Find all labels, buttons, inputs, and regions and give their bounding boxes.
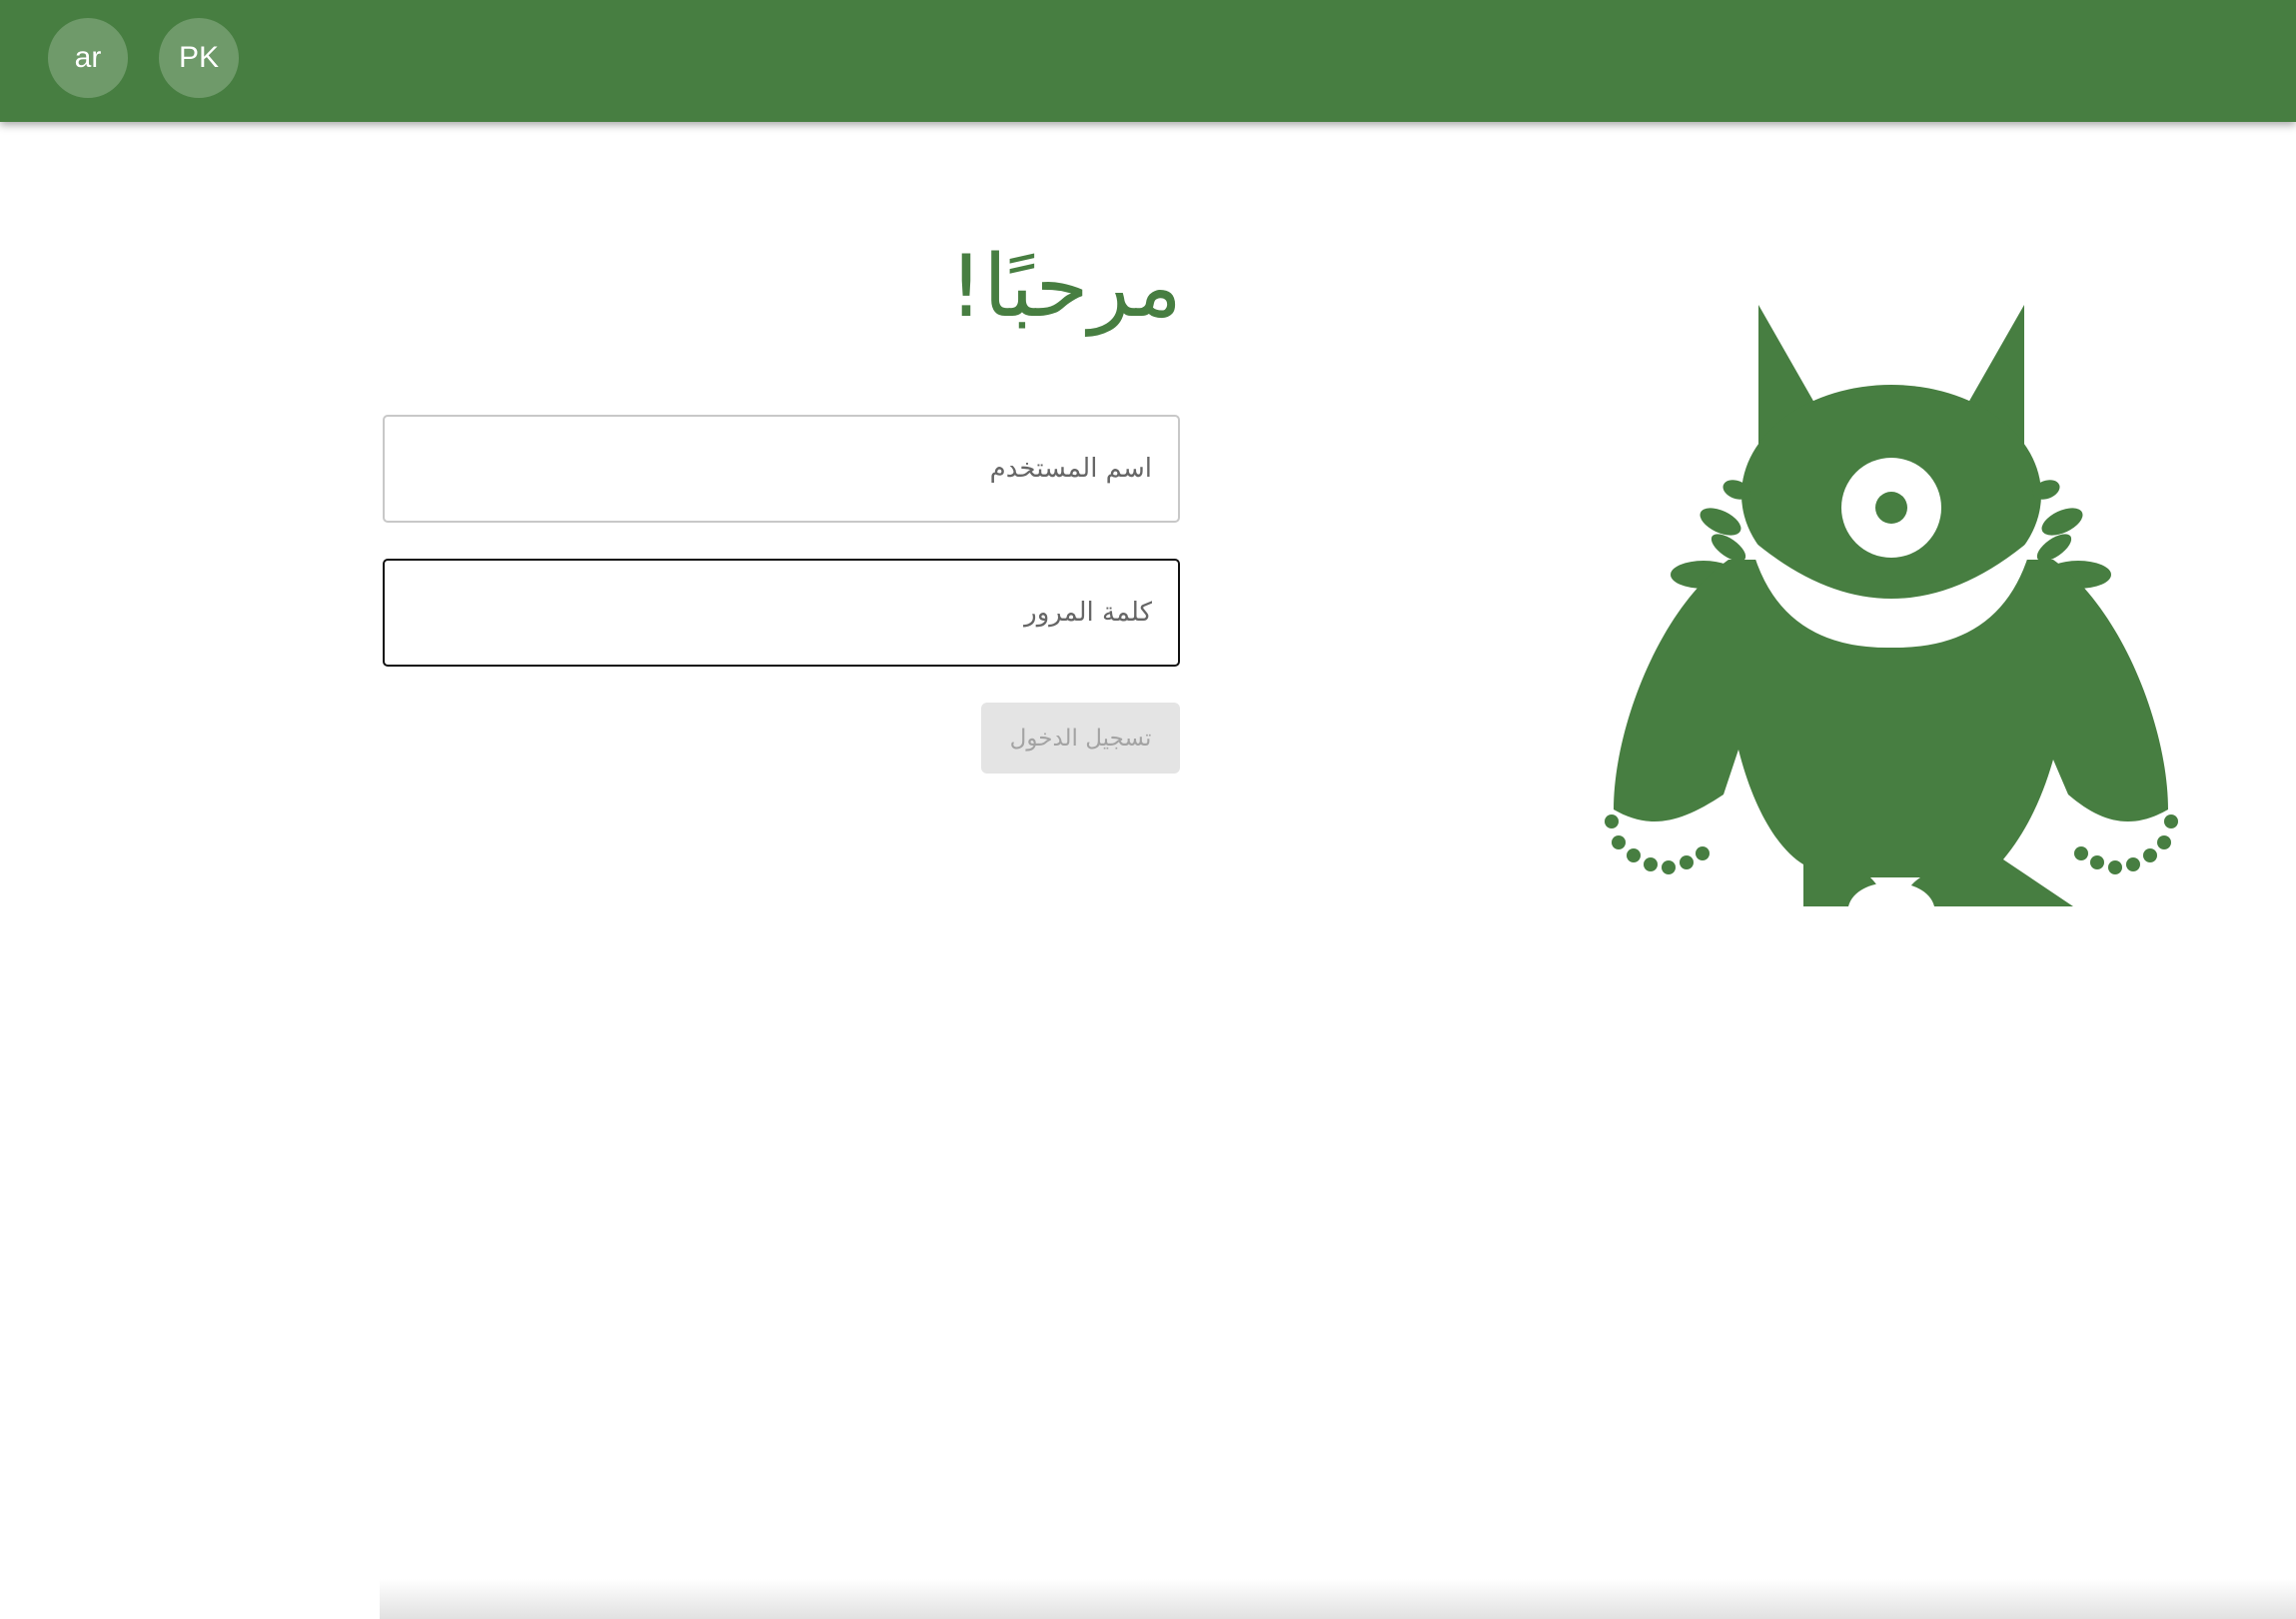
- bottom-shadow: [380, 1579, 2296, 1619]
- password-input[interactable]: [383, 559, 1180, 667]
- user-avatar-button[interactable]: PK: [159, 18, 239, 98]
- top-app-bar: ar PK: [0, 0, 2296, 122]
- language-button[interactable]: ar: [48, 18, 128, 98]
- username-input[interactable]: [383, 415, 1180, 523]
- welcome-title: مرحبًا!: [948, 237, 1182, 337]
- monster-mascot-icon: [1605, 305, 2178, 906]
- login-button[interactable]: تسجيل الدخول: [981, 703, 1180, 774]
